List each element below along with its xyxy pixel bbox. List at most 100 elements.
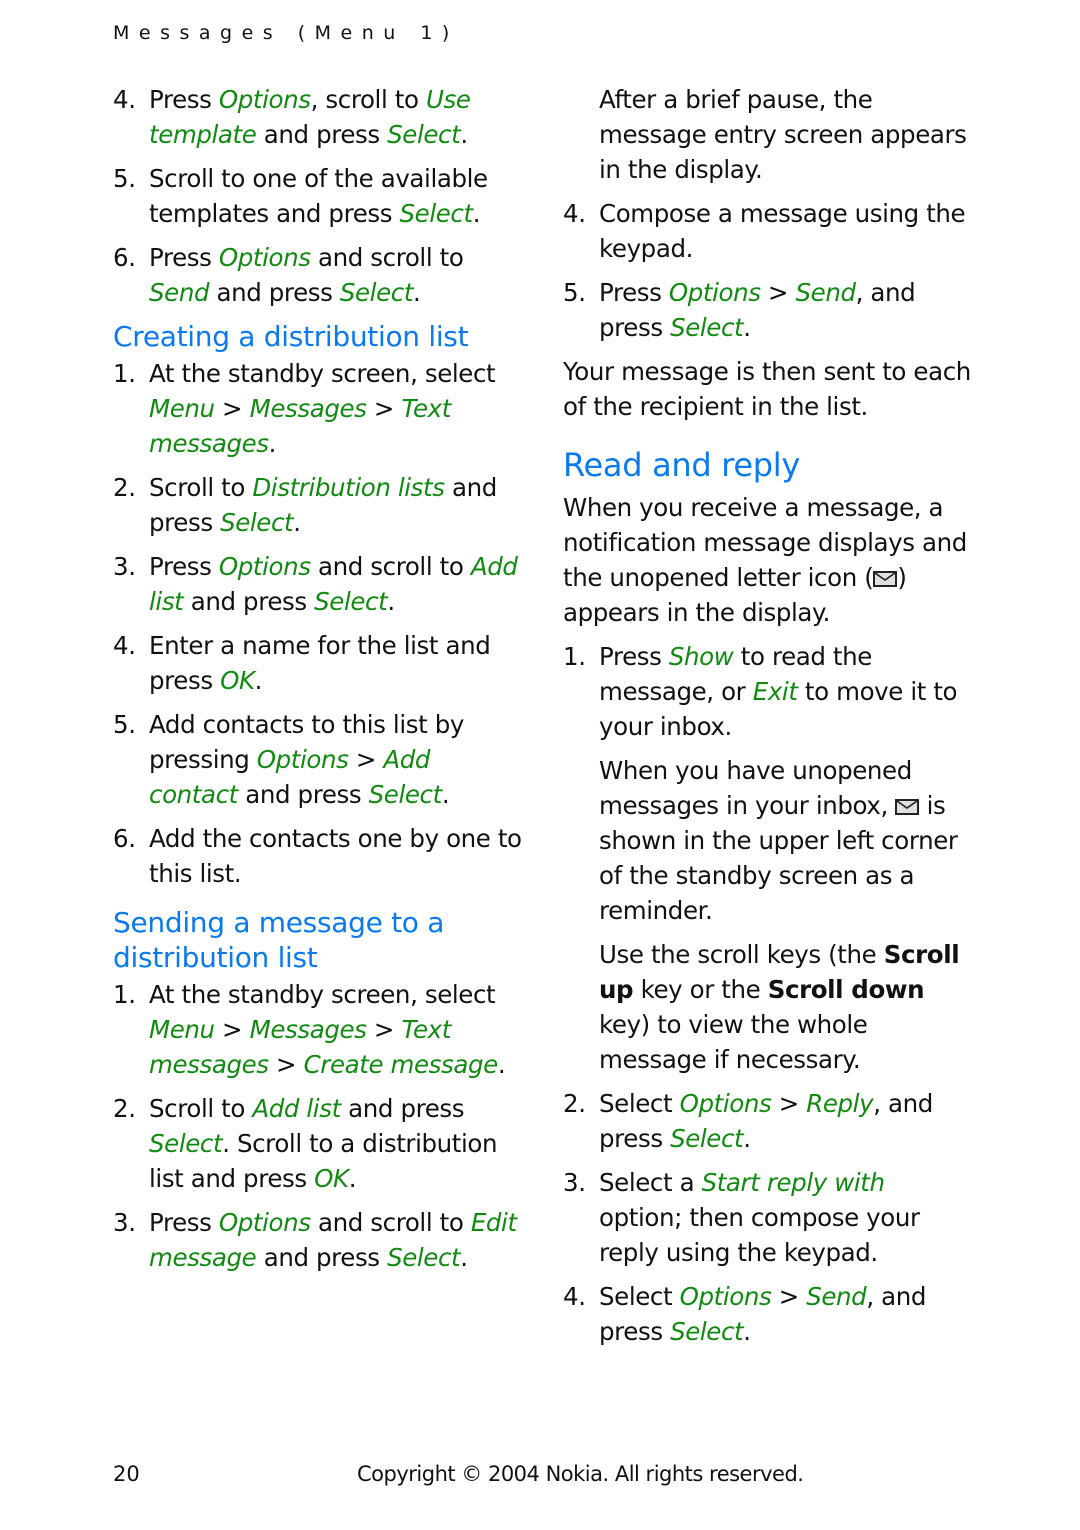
text-run: key) to view the whole message if necess… — [599, 1010, 868, 1074]
list-step: 2. Select Options > Reply, and press Sele… — [563, 1086, 973, 1156]
step-number: 2. — [563, 1089, 586, 1118]
read-reply-intro: When you receive a message, a notificati… — [563, 490, 973, 630]
menu-item-reference: Select — [399, 199, 474, 228]
menu-item-reference: Options — [668, 278, 761, 307]
menu-item-reference: Select — [387, 1243, 461, 1272]
list-step: 4. Press Options, scroll to Use template … — [113, 82, 523, 152]
scroll-keys-note: Use the scroll keys (the Scroll up key o… — [563, 937, 973, 1077]
list-step: 5. Press Options > Send, and press Select… — [563, 275, 973, 345]
step-number: 3. — [113, 552, 136, 581]
page-number: 20 — [113, 1462, 140, 1486]
read-reply-steps: 1. Press Show to read the message, or Exi… — [563, 639, 973, 744]
menu-item-reference: Select — [149, 1129, 223, 1158]
text-run: and scroll to — [310, 243, 464, 272]
list-step: 4. Compose a message using the keypad. — [563, 196, 973, 266]
text-run: Press — [149, 243, 219, 272]
list-step: 1. At the standby screen, select Menu > M… — [113, 977, 523, 1082]
menu-item-reference: Messages — [249, 1015, 367, 1044]
step-number: 6. — [113, 243, 136, 272]
list-step: 4. Enter a name for the list and press OK… — [113, 628, 523, 698]
menu-item-reference: Select — [339, 278, 414, 307]
text-run: At the standby screen, select — [149, 359, 496, 388]
menu-item-reference: Start reply with — [701, 1168, 885, 1197]
text-run: Press — [149, 85, 219, 114]
unopened-letter-icon — [873, 571, 898, 587]
text-run: Select — [599, 1282, 680, 1311]
menu-item-reference: Show — [668, 642, 734, 671]
text-run: Select a — [599, 1168, 702, 1197]
menu-item-reference: Options — [218, 1208, 311, 1237]
text-run: and scroll to — [310, 552, 471, 581]
list-step: 1. At the standby screen, select Menu > M… — [113, 356, 523, 461]
step-number: 2. — [113, 473, 136, 502]
step-number: 1. — [113, 359, 136, 388]
text-run: > — [214, 1015, 250, 1044]
list-step: 3. Press Options and scroll to Add list a… — [113, 549, 523, 619]
list-step: 5. Add contacts to this list by pressing … — [113, 707, 523, 812]
text-run: and press — [340, 1094, 465, 1123]
text-run: Scroll to — [149, 473, 253, 502]
unopened-letter-icon — [895, 799, 920, 815]
list-step: 2. Scroll to Add list and press Select. S… — [113, 1091, 523, 1196]
running-head: Messages (Menu 1) — [113, 22, 459, 44]
text-run: Select — [599, 1089, 680, 1118]
text-run: and press — [183, 587, 315, 616]
menu-item-reference: Send — [806, 1282, 867, 1311]
text-run: . — [472, 199, 481, 228]
step-number: 1. — [563, 642, 586, 671]
menu-item-reference: Messages — [249, 394, 367, 423]
text-run: . — [460, 1243, 468, 1272]
menu-item-reference: Options — [679, 1089, 772, 1118]
step-number: 4. — [563, 1282, 586, 1311]
menu-item-reference: Select — [368, 780, 443, 809]
continued-steps-left: 4. Press Options, scroll to Use template … — [113, 82, 523, 310]
text-run: Scroll to — [149, 1094, 253, 1123]
step-number: 5. — [113, 164, 136, 193]
step-number: 4. — [113, 85, 136, 114]
menu-item-reference: Select — [314, 587, 388, 616]
menu-item-reference: Select — [670, 1124, 744, 1153]
text-run: > — [268, 1050, 304, 1079]
list-step: 6. Press Options and scroll to Send and p… — [113, 240, 523, 310]
menu-item-reference: Menu — [149, 1015, 215, 1044]
menu-item-reference: Options — [218, 85, 311, 114]
text-run: and press — [256, 1243, 388, 1272]
read-reply-steps-continued: 2. Select Options > Reply, and press Sele… — [563, 1086, 973, 1349]
text-run: and press — [256, 120, 388, 149]
creating-distribution-list-steps: 1. At the standby screen, select Menu > M… — [113, 356, 523, 891]
unopened-messages-note: When you have unopened messages in your … — [563, 753, 973, 928]
menu-item-reference: Options — [218, 243, 311, 272]
text-run: . — [497, 1050, 506, 1079]
step-number: 5. — [563, 278, 586, 307]
menu-item-reference: Select — [387, 120, 461, 149]
step-number: 4. — [113, 631, 136, 660]
menu-item-reference: OK — [314, 1164, 349, 1193]
list-step: 3. Select a Start reply with option; then… — [563, 1165, 973, 1270]
menu-item-reference: Reply — [806, 1089, 874, 1118]
text-run: Press — [149, 552, 219, 581]
text-run: > — [214, 394, 250, 423]
key-name: Scroll down — [767, 975, 925, 1004]
right-column: After a brief pause, the message entry s… — [563, 82, 973, 1358]
continuation-note: After a brief pause, the message entry s… — [599, 85, 967, 184]
text-run: and press — [209, 278, 340, 307]
menu-item-reference: Select — [670, 313, 744, 342]
section-heading-read-and-reply: Read and reply — [563, 446, 801, 484]
menu-item-reference: Add list — [252, 1094, 341, 1123]
menu-item-reference: Options — [218, 552, 311, 581]
text-run: When you have unopened messages in your … — [599, 756, 912, 820]
list-step: 3. Press Options and scroll to Edit messa… — [113, 1205, 523, 1275]
menu-item-reference: Exit — [752, 677, 798, 706]
text-run: option; then compose your reply using th… — [599, 1203, 920, 1267]
menu-item-reference: Options — [679, 1282, 772, 1311]
menu-item-reference: Select — [670, 1317, 744, 1346]
menu-item-reference: Create message — [303, 1050, 499, 1079]
continued-steps-right: 4. Compose a message using the keypad. 5. P… — [563, 196, 973, 345]
menu-item-reference: Send — [795, 278, 857, 307]
step-number: 5. — [113, 710, 136, 739]
text-run: Compose a message using the keypad. — [599, 199, 966, 263]
text-run: . — [413, 278, 421, 307]
menu-item-reference: OK — [220, 666, 255, 695]
text-run: Press — [599, 278, 669, 307]
section-heading-creating-distribution-list: Creating a distribution list — [113, 320, 469, 353]
